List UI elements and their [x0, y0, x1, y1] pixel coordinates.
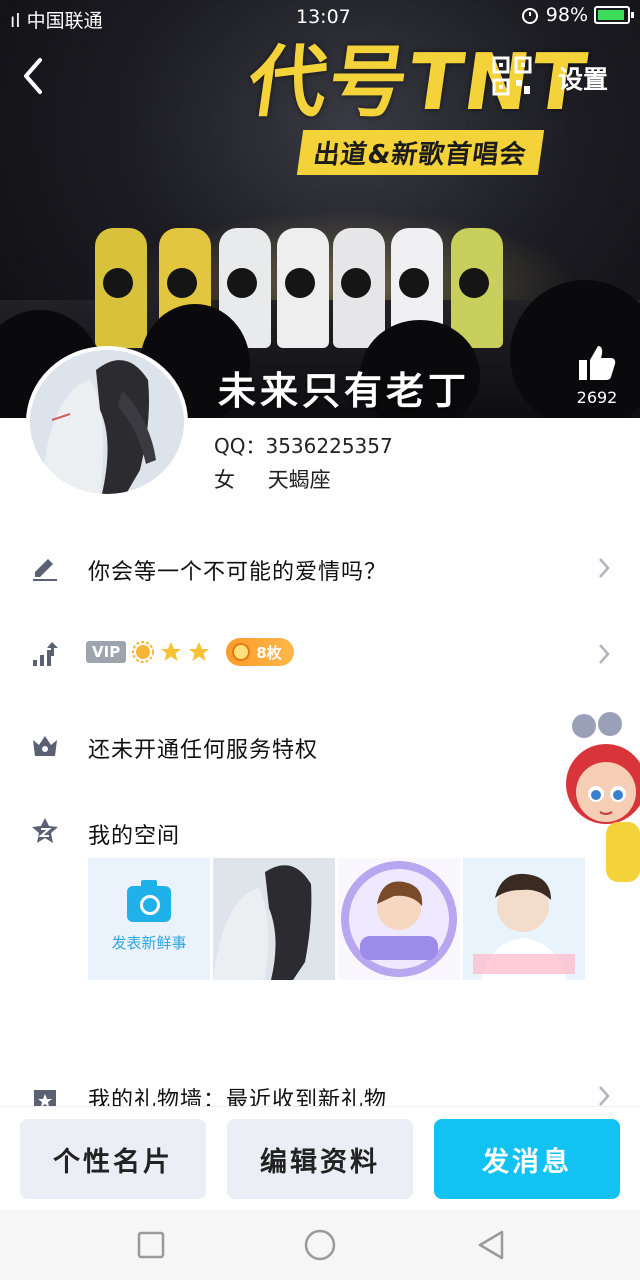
level-up-icon — [33, 642, 58, 666]
settings-button[interactable]: 设置 — [558, 60, 608, 96]
camera-icon — [127, 879, 171, 922]
system-nav-bar — [0, 1210, 640, 1280]
nickname: 未来只有老丁 — [218, 369, 471, 413]
star-level-icon — [161, 642, 182, 661]
cover-subtitle: 出道&新歌首唱会 — [296, 130, 544, 175]
clock: 13:07 — [296, 6, 351, 28]
profile-card-button[interactable]: 个性名片 — [20, 1119, 206, 1199]
medal-pill[interactable]: 8枚 — [226, 638, 294, 666]
battery-percent: 98% — [545, 4, 588, 26]
pencil-icon — [33, 559, 57, 581]
back-button[interactable] — [14, 54, 54, 98]
gender: 女 — [214, 468, 235, 492]
space-photo[interactable] — [213, 858, 335, 980]
services-row[interactable]: 还未开通任何服务特权 — [0, 716, 640, 776]
qzone-icon — [32, 818, 58, 843]
back-nav-icon[interactable] — [474, 1228, 508, 1262]
like-button[interactable]: 2692 — [574, 344, 620, 407]
floating-mascot[interactable] — [562, 712, 640, 892]
chevron-right-icon — [599, 1086, 610, 1106]
medal-icon — [232, 643, 251, 661]
battery-icon — [594, 6, 634, 24]
status-right: 98% — [520, 4, 634, 26]
signature-text: 你会等一个不可能的爱情吗？ — [88, 560, 388, 585]
action-bar: 个性名片 编辑资料 发消息 — [0, 1106, 640, 1210]
chevron-right-icon — [599, 558, 610, 578]
thumbs-up-icon — [579, 346, 616, 380]
qr-code-button[interactable] — [492, 56, 532, 96]
alarm-icon — [521, 8, 538, 24]
chevron-left-icon — [24, 58, 42, 94]
post-new-button[interactable]: 发表新鲜事 — [88, 858, 210, 980]
medal-count: 8枚 — [256, 643, 282, 662]
star-level-icon — [189, 642, 210, 661]
cover-logo-text: 代号TNT — [242, 38, 594, 128]
like-count: 2692 — [576, 388, 618, 407]
photo-2 — [338, 858, 460, 980]
signature-row[interactable]: 你会等一个不可能的爱情吗？ — [0, 538, 640, 598]
crown-icon — [33, 736, 57, 756]
post-new-label: 发表新鲜事 — [111, 933, 187, 952]
gender-constellation: 女 天蝎座 — [214, 464, 331, 494]
vip-badges: VIP 8枚 — [86, 638, 294, 666]
qq-number: QQ：3536225357 — [214, 434, 393, 458]
constellation: 天蝎座 — [267, 468, 331, 492]
space-row[interactable]: 我的空间 — [0, 802, 640, 862]
home-icon[interactable] — [303, 1228, 337, 1262]
send-message-button[interactable]: 发消息 — [434, 1119, 620, 1199]
services-text: 还未开通任何服务特权 — [88, 738, 319, 763]
avatar-image — [30, 350, 184, 494]
space-thumbnails: 发表新鲜事 — [88, 858, 585, 980]
mascot-icon — [566, 712, 640, 882]
chevron-right-icon — [599, 644, 610, 664]
sun-level-icon — [132, 641, 155, 663]
edit-profile-button[interactable]: 编辑资料 — [227, 1119, 413, 1199]
qr-code-icon — [492, 56, 532, 96]
vip-tag: VIP — [86, 641, 127, 663]
photo-1 — [213, 858, 335, 980]
carrier-label: ıl 中国联通 — [10, 10, 103, 32]
level-row[interactable]: VIP 8枚 — [0, 624, 640, 684]
recent-apps-icon[interactable] — [134, 1228, 168, 1262]
avatar[interactable] — [26, 346, 188, 498]
status-bar: ıl 中国联通 13:07 98% — [0, 0, 640, 36]
space-text: 我的空间 — [88, 824, 181, 849]
space-photo[interactable] — [338, 858, 460, 980]
